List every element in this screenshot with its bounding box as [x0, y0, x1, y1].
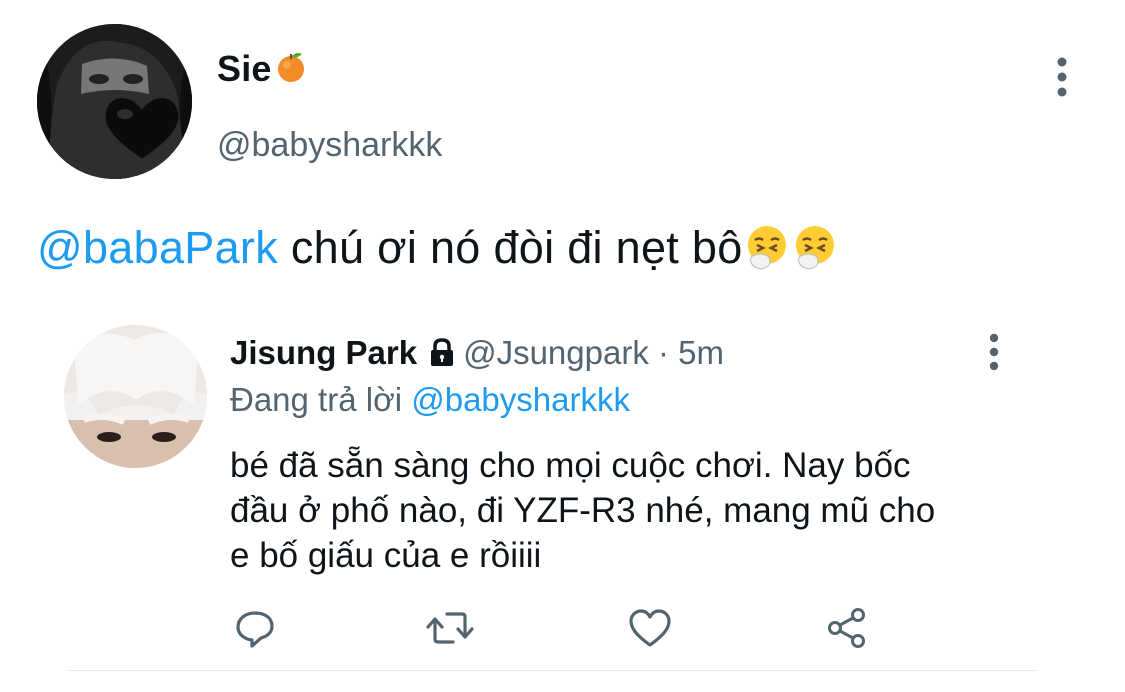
like-icon[interactable] [625, 603, 675, 653]
replying-to-prefix: Đang trả lời [230, 381, 412, 418]
orange-emoji-icon [274, 50, 308, 93]
reply-author-avatar[interactable] [64, 325, 207, 468]
reply-text-line: e bố giấu của e rồiiii [230, 536, 542, 575]
sneezing-face-emoji-icon [743, 223, 791, 271]
reply-icon[interactable] [230, 603, 280, 653]
reply-text-line: đầu ở phố nào, đi YZF-R3 nhé, mang mũ ch… [230, 491, 936, 530]
sneezing-face-emoji-icon [791, 223, 839, 271]
author-handle[interactable]: @babysharkkk [217, 126, 442, 165]
reply-author-handle[interactable]: @Jsungpark [463, 334, 649, 371]
author-name-text: Sie [217, 48, 272, 89]
avatar-image [37, 24, 192, 179]
reply-avatar-image [64, 325, 207, 468]
divider [68, 670, 1038, 671]
protected-lock-icon [427, 337, 457, 375]
reply-author-name[interactable]: Jisung Park [230, 334, 417, 371]
author-avatar[interactable] [37, 24, 192, 179]
replying-to-mention[interactable]: @babysharkkk [411, 381, 630, 418]
reply-timestamp[interactable]: 5m [678, 334, 724, 371]
reply-text: bé đã sẵn sàng cho mọi cuộc chơi. Nay bố… [230, 443, 1030, 578]
retweet-icon[interactable] [425, 603, 475, 653]
share-icon[interactable] [822, 603, 872, 653]
reply-header: Jisung Park @Jsungpark · 5m [230, 334, 724, 375]
tweet-body: chú ơi nó đòi đi nẹt bô [278, 222, 743, 273]
author-display-name[interactable]: Sie [217, 48, 308, 93]
mention-link[interactable]: @babaPark [37, 222, 278, 273]
separator-dot: · [648, 334, 679, 371]
more-options-icon[interactable] [1047, 55, 1077, 99]
reply-text-line: bé đã sẵn sàng cho mọi cuộc chơi. Nay bố… [230, 446, 911, 485]
tweet-text: @babaPark chú ơi nó đòi đi nẹt bô [37, 222, 839, 274]
replying-to-line: Đang trả lời @babysharkkk [230, 381, 630, 419]
reply-more-options-icon[interactable] [980, 331, 1008, 375]
